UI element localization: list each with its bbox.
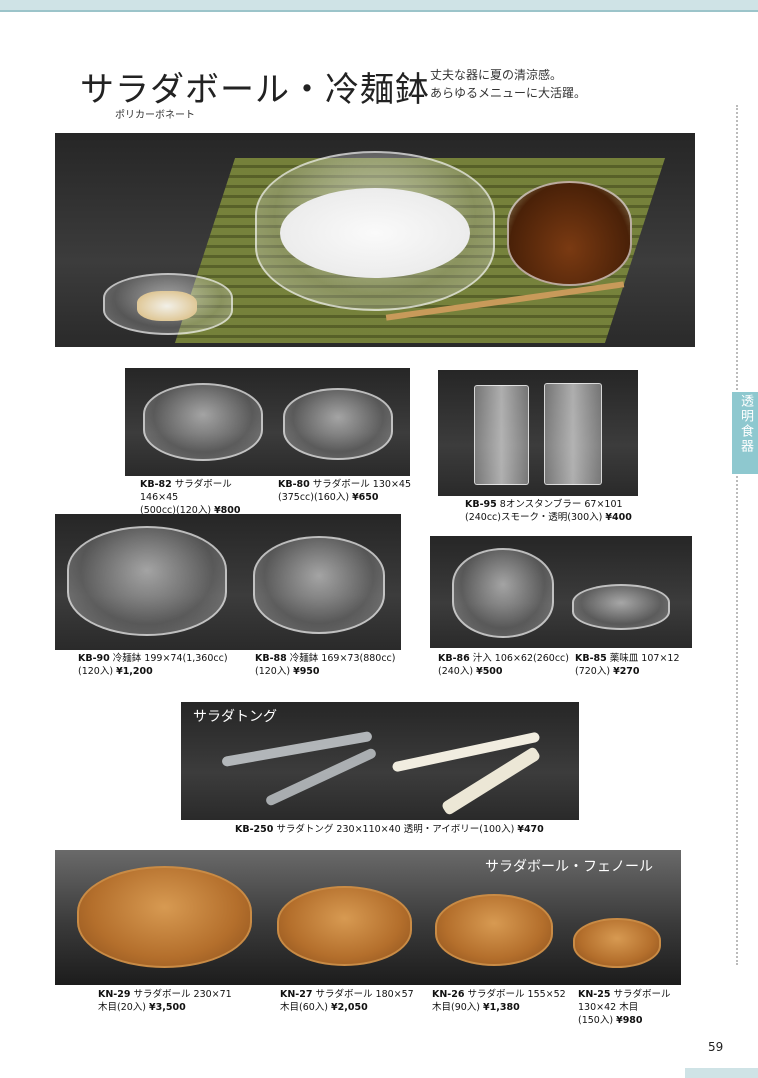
kb90-price: ¥1,200 [116, 666, 153, 677]
kb80-code: KB-80 [278, 479, 310, 490]
kb90-kb88-photo [55, 514, 401, 650]
kb88-code: KB-88 [255, 653, 287, 664]
page-number: 59 [708, 1040, 724, 1054]
kb250-desc: サラダトング 230×110×40 透明・アイボリー(100入) [273, 824, 518, 835]
kb86-pack: (240入) [438, 666, 477, 677]
bottom-color-bar [685, 1068, 758, 1078]
kb95-label: KB-95 8オンスタンブラー 67×101 (240cc)スモーク・透明(30… [465, 498, 645, 524]
kn25-code: KN-25 [578, 989, 611, 1000]
kn26-pack: 木目(90入) [432, 1002, 484, 1013]
kb86-price: ¥500 [476, 666, 503, 677]
kb80-pack: (375cc)(160入) [278, 492, 353, 503]
page-title: サラダボール・冷麺鉢 [80, 70, 430, 110]
kb90-code: KB-90 [78, 653, 110, 664]
tagline-line-1: 丈夫な器に夏の清涼感。 [430, 68, 563, 82]
kn25-label: KN-25 サラダボール 130×42 木目 (150入) ¥980 [578, 988, 688, 1027]
kn29-pack: 木目(20入) [98, 1002, 150, 1013]
kb85-desc: 薬味皿 107×12 [606, 653, 680, 664]
kb95-code: KB-95 [465, 499, 497, 510]
kn25-pack: (150入) [578, 1015, 617, 1026]
kb95-price: ¥400 [605, 512, 632, 523]
dipping-sauce-bowl [507, 181, 632, 286]
kn27-price: ¥2,050 [331, 1002, 368, 1013]
hero-photo [55, 133, 695, 347]
kb80-price: ¥650 [352, 492, 379, 503]
kb90-desc: 冷麺鉢 199×74(1,360cc) [109, 653, 228, 664]
tongs-photo: サラダトング [181, 702, 579, 820]
tongs-banner-title: サラダトング [193, 709, 277, 725]
kn27-label: KN-27 サラダボール 180×57 木目(60入) ¥2,050 [280, 988, 430, 1014]
kb86-desc: 汁入 106×62(260cc) [469, 653, 569, 664]
kb80-label: KB-80 サラダボール 130×45 (375cc)(160入) ¥650 [278, 478, 413, 504]
kb95-pack: (240cc)スモーク・透明(300入) [465, 512, 606, 523]
kb88-pack: (120入) [255, 666, 294, 677]
kb86-label: KB-86 汁入 106×62(260cc) (240入) ¥500 [438, 652, 578, 678]
kb95-desc: 8オンスタンブラー 67×101 [496, 499, 623, 510]
side-index-tab-label: 透明食器 [738, 394, 753, 454]
kb250-label: KB-250 サラダトング 230×110×40 透明・アイボリー(100入) … [235, 823, 565, 836]
kb85-label: KB-85 薬味皿 107×12 (720入) ¥270 [575, 652, 695, 678]
kb82-bowl [143, 383, 263, 461]
kb88-label: KB-88 冷麺鉢 169×73(880cc) (120入) ¥950 [255, 652, 415, 678]
kb90-label: KB-90 冷麺鉢 199×74(1,360cc) (120入) ¥1,200 [78, 652, 253, 678]
side-index-tab: 透明食器 [732, 392, 758, 474]
kb86-code: KB-86 [438, 653, 470, 664]
wood-bowls-photo: サラダボール・フェノール [55, 850, 681, 985]
noodles [280, 188, 470, 278]
kn26-bowl [435, 894, 553, 966]
kn26-code: KN-26 [432, 989, 465, 1000]
kb88-price: ¥950 [293, 666, 320, 677]
condiments [137, 291, 197, 321]
kn29-price: ¥3,500 [149, 1002, 186, 1013]
kn29-label: KN-29 サラダボール 230×71 木目(20入) ¥3,500 [98, 988, 268, 1014]
tagline-line-2: あらゆるメニューに大活躍。 [430, 86, 587, 100]
kn29-code: KN-29 [98, 989, 131, 1000]
kb82-label: KB-82 サラダボール 146×45 (500cc)(120入) ¥800 [140, 478, 270, 517]
kn26-price: ¥1,380 [483, 1002, 520, 1013]
kb85-price: ¥270 [613, 666, 640, 677]
kn29-desc: サラダボール 230×71 [130, 989, 232, 1000]
kb82-code: KB-82 [140, 479, 172, 490]
kn25-desc: サラダボール [610, 989, 671, 1000]
kb85-code: KB-85 [575, 653, 607, 664]
kn27-desc: サラダボール 180×57 [312, 989, 414, 1000]
kn27-code: KN-27 [280, 989, 313, 1000]
kb80-bowl [283, 388, 393, 460]
kb85-pack: (720入) [575, 666, 614, 677]
kb88-desc: 冷麺鉢 169×73(880cc) [286, 653, 396, 664]
kb88-bowl [253, 536, 385, 634]
kn26-label: KN-26 サラダボール 155×52 木目(90入) ¥1,380 [432, 988, 567, 1014]
kn26-desc: サラダボール 155×52 [464, 989, 566, 1000]
kb90-pack: (120入) [78, 666, 117, 677]
kb95-photo [438, 370, 638, 496]
tagline: 丈夫な器に夏の清涼感。 あらゆるメニューに大活躍。 [430, 66, 610, 102]
kb80-desc: サラダボール 130×45 [309, 479, 411, 490]
kn25-size: 130×42 木目 [578, 1002, 639, 1013]
phenol-banner-title: サラダボール・フェノール [485, 859, 653, 875]
page-subtitle: ポリカーボネート [115, 110, 195, 121]
kb250-code: KB-250 [235, 824, 274, 835]
kb250-price: ¥470 [517, 824, 544, 835]
kb86-kb85-photo [430, 536, 692, 648]
kb85-plate [572, 584, 670, 630]
kn25-bowl [573, 918, 661, 968]
kn25-price: ¥980 [616, 1015, 643, 1026]
kn27-pack: 木目(60入) [280, 1002, 332, 1013]
kn27-bowl [277, 886, 412, 966]
side-index-dotted-rule [736, 105, 758, 965]
kb82-kb80-photo [125, 368, 410, 476]
kb95-tumbler-smoke [474, 385, 529, 485]
top-color-bar [0, 0, 758, 12]
kb86-bowl [452, 548, 554, 638]
kb90-bowl [67, 526, 227, 636]
kn29-bowl [77, 866, 252, 968]
kb95-tumbler-clear [544, 383, 602, 485]
